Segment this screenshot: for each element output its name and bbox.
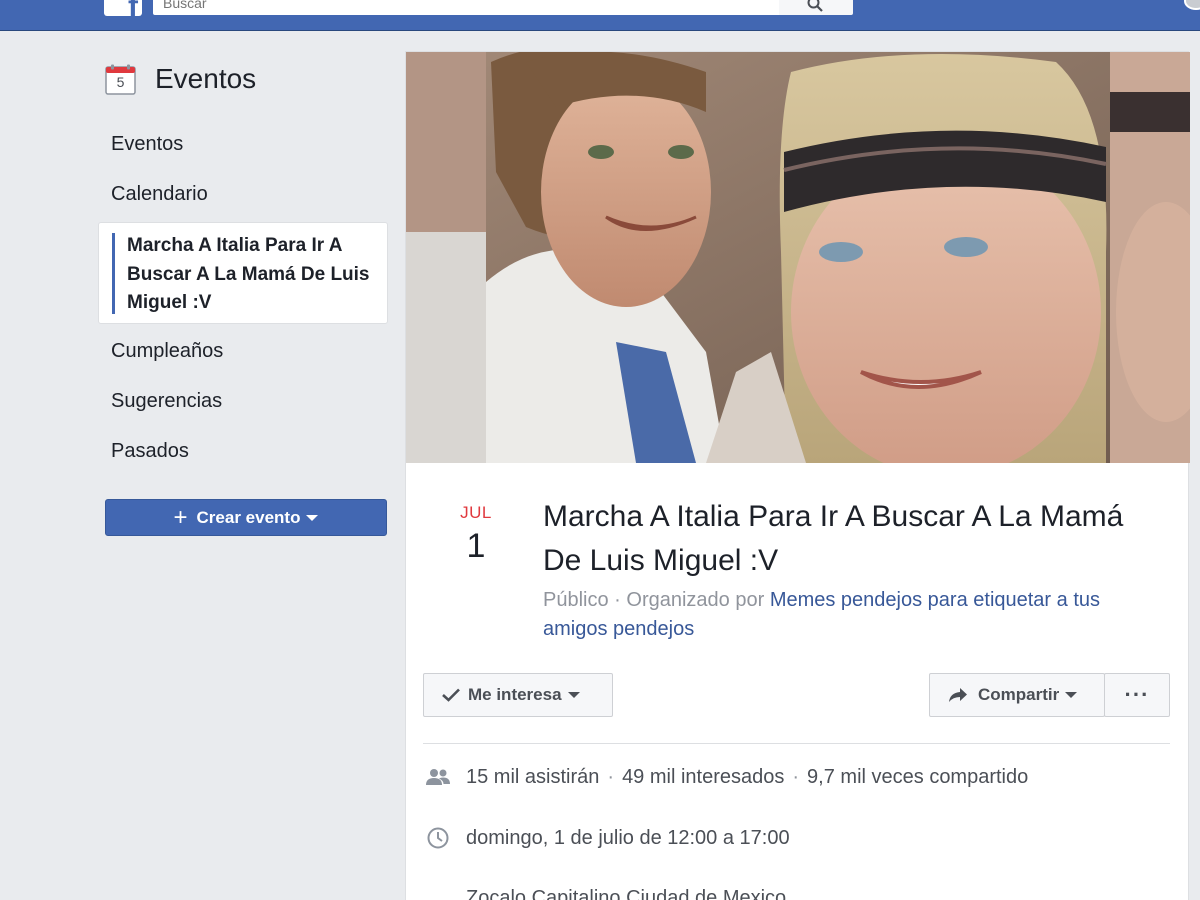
top-navigation-bar: f xyxy=(0,0,1200,31)
active-indicator xyxy=(112,233,115,314)
calendar-day: 5 xyxy=(116,73,125,90)
create-event-button[interactable]: + Crear evento xyxy=(105,499,387,536)
location-pin-icon xyxy=(426,886,450,900)
sidebar-item-eventos[interactable]: Eventos xyxy=(111,133,183,156)
sidebar-item-cumpleanos[interactable]: Cumpleaños xyxy=(111,340,223,363)
event-location[interactable]: Zocalo Capitalino Ciudad de Mexico xyxy=(466,887,786,900)
chevron-down-icon xyxy=(567,692,580,698)
separator: · xyxy=(792,765,800,788)
chevron-down-icon xyxy=(306,514,319,521)
share-label: Compartir xyxy=(978,685,1060,704)
event-stats-row: 15 mil asistirán · 49 mil interesados · … xyxy=(426,765,1028,789)
sidebar-item-current-event[interactable]: Marcha A Italia Para Ir A Buscar A La Ma… xyxy=(98,222,388,324)
event-card: JUL 1 Marcha A Italia Para Ir A Buscar A… xyxy=(405,51,1190,900)
share-arrow-icon xyxy=(949,688,967,702)
search-button[interactable] xyxy=(779,0,853,15)
event-title: Marcha A Italia Para Ir A Buscar A La Ma… xyxy=(543,500,1124,577)
divider xyxy=(423,743,1170,744)
more-options-button[interactable]: ··· xyxy=(1104,673,1170,717)
event-day: 1 xyxy=(466,527,486,565)
event-month: JUL xyxy=(460,503,492,522)
chevron-down-icon xyxy=(1065,692,1078,698)
check-icon xyxy=(442,688,460,702)
search-icon xyxy=(807,0,823,12)
separator: · xyxy=(607,765,615,788)
going-count[interactable]: 15 mil asistirán xyxy=(466,766,599,789)
search-input[interactable] xyxy=(163,0,763,15)
share-button[interactable]: Compartir xyxy=(929,673,1105,717)
facebook-logo-icon[interactable]: f xyxy=(104,0,142,16)
interested-button[interactable]: Me interesa xyxy=(423,673,613,717)
page-title: Eventos xyxy=(155,63,257,94)
interested-count[interactable]: 49 mil interesados xyxy=(622,766,784,789)
event-cover-photo[interactable] xyxy=(406,52,1190,463)
event-visibility: Público xyxy=(543,589,609,611)
create-event-label: Crear evento xyxy=(196,507,301,527)
event-datetime[interactable]: domingo, 1 de julio de 12:00 a 17:00 xyxy=(466,827,790,850)
people-icon xyxy=(426,765,450,789)
calendar-icon: 5 xyxy=(105,64,136,95)
cover-photo-image xyxy=(406,52,1190,463)
event-location-row: Zocalo Capitalino Ciudad de Mexico xyxy=(426,886,786,900)
sidebar-item-sugerencias[interactable]: Sugerencias xyxy=(111,390,222,413)
organized-by-label: · Organizado por xyxy=(614,589,765,611)
more-icon: ··· xyxy=(1124,682,1150,707)
shared-count[interactable]: 9,7 mil veces compartido xyxy=(807,766,1028,789)
sidebar-item-calendario[interactable]: Calendario xyxy=(111,183,208,206)
sidebar-item-pasados[interactable]: Pasados xyxy=(111,440,189,463)
facebook-logo-letter: f xyxy=(128,0,138,16)
events-nav-header: 5 Eventos xyxy=(105,62,256,96)
event-meta: Público · Organizado por Memes pendejos … xyxy=(543,586,1153,644)
plus-icon: + xyxy=(173,503,188,531)
clock-icon xyxy=(426,826,450,850)
event-date-block: JUL 1 xyxy=(446,503,506,566)
interested-label: Me interesa xyxy=(468,685,562,704)
search-box[interactable] xyxy=(153,0,779,15)
sidebar-item-label: Marcha A Italia Para Ir A Buscar A La Ma… xyxy=(127,235,370,313)
profile-avatar[interactable] xyxy=(1184,0,1200,10)
event-datetime-row: domingo, 1 de julio de 12:00 a 17:00 xyxy=(426,826,790,850)
